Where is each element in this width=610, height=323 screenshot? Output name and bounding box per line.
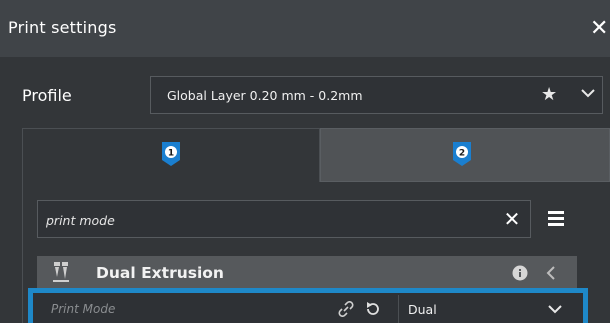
close-icon[interactable]: ✕: [590, 18, 610, 40]
print-mode-dropdown[interactable]: Dual: [398, 295, 581, 323]
dual-extrusion-icon: [53, 262, 69, 282]
settings-search-input[interactable]: print mode ✕: [37, 200, 531, 238]
clear-search-icon[interactable]: ✕: [500, 206, 524, 231]
star-icon[interactable]: ★: [541, 84, 557, 105]
profile-label: Profile: [22, 86, 72, 105]
link-icon[interactable]: [338, 301, 354, 317]
reset-icon[interactable]: [364, 300, 382, 318]
chevron-down-icon: [548, 305, 562, 314]
search-value: print mode: [46, 213, 115, 228]
chevron-left-icon[interactable]: [544, 264, 558, 282]
tab-1-number: 1: [168, 149, 174, 159]
extruder-badge-icon: 1: [162, 142, 180, 166]
extruder-badge-icon: 2: [453, 142, 471, 166]
setting-label: Print Mode: [51, 302, 116, 316]
dialog-titlebar: Print settings ✕: [0, 0, 610, 57]
tab-extruder-1[interactable]: 1: [22, 128, 320, 182]
tab-extruder-2[interactable]: 2: [320, 128, 610, 182]
setting-row-print-mode: Print Mode Dual: [28, 288, 588, 323]
category-title: Dual Extrusion: [96, 264, 224, 282]
dialog-title: Print settings: [8, 18, 117, 37]
print-settings-dialog: Print settings ✕ Profile Global Layer 0.…: [0, 0, 610, 323]
tab-2-number: 2: [459, 149, 465, 159]
info-icon[interactable]: [512, 265, 528, 281]
category-header-dual-extrusion[interactable]: Dual Extrusion: [37, 256, 577, 290]
profile-value: Global Layer 0.20 mm - 0.2mm: [167, 88, 363, 103]
profile-dropdown[interactable]: Global Layer 0.20 mm - 0.2mm ★: [150, 76, 603, 114]
print-mode-value: Dual: [408, 302, 437, 317]
chevron-down-icon: [581, 89, 595, 98]
menu-icon[interactable]: [548, 209, 568, 229]
